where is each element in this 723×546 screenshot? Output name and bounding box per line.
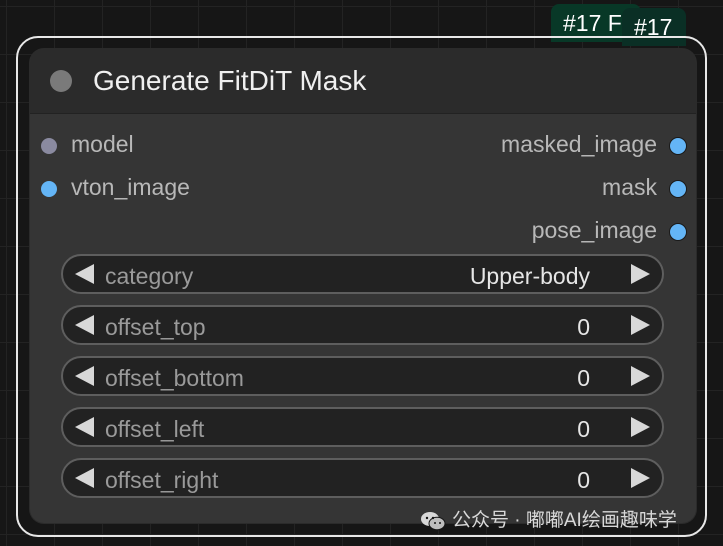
widget-label: offset_left xyxy=(105,416,205,442)
node-title: Generate FitDiT Mask xyxy=(93,65,367,96)
input-connector-dot[interactable] xyxy=(41,137,57,154)
arrow-right-icon[interactable] xyxy=(631,315,650,335)
arrow-right-icon[interactable] xyxy=(631,264,650,284)
output-slot-mask[interactable]: mask xyxy=(602,174,687,201)
arrow-left-icon[interactable] xyxy=(75,315,94,335)
offset-bottom-number-widget[interactable]: offset_bottom 0 xyxy=(61,356,664,396)
output-label: masked_image xyxy=(501,131,657,157)
offset-right-number-widget[interactable]: offset_right 0 xyxy=(61,458,664,498)
input-label: vton_image xyxy=(71,174,190,200)
offset-top-number-widget[interactable]: offset_top 0 xyxy=(61,305,664,345)
output-connector-dot[interactable] xyxy=(669,222,687,241)
widget-value[interactable]: Upper-body xyxy=(470,263,590,290)
input-slot-model[interactable]: model xyxy=(41,131,134,158)
output-label: pose_image xyxy=(531,217,657,243)
widget-label: offset_right xyxy=(105,467,219,493)
arrow-left-icon[interactable] xyxy=(75,468,94,488)
input-label: model xyxy=(71,131,134,157)
widget-label: category xyxy=(105,263,194,289)
watermark: 公众号 · 嘟嘟AI绘画趣味学 xyxy=(420,505,677,532)
arrow-right-icon[interactable] xyxy=(631,417,650,437)
wechat-icon xyxy=(421,511,446,531)
widget-value[interactable]: 0 xyxy=(577,467,590,494)
node-header[interactable]: Generate FitDiT Mask xyxy=(30,49,696,114)
arrow-right-icon[interactable] xyxy=(631,468,650,488)
output-slot-masked-image[interactable]: masked_image xyxy=(501,131,687,158)
input-connector-dot[interactable] xyxy=(41,180,57,197)
input-slot-vton-image[interactable]: vton_image xyxy=(41,174,190,201)
widget-value[interactable]: 0 xyxy=(577,314,590,341)
widget-value[interactable]: 0 xyxy=(577,416,590,443)
output-connector-dot[interactable] xyxy=(669,179,687,198)
arrow-right-icon[interactable] xyxy=(631,366,650,386)
widget-value[interactable]: 0 xyxy=(577,365,590,392)
arrow-left-icon[interactable] xyxy=(75,264,94,284)
watermark-text: 公众号 · 嘟嘟AI绘画趣味学 xyxy=(452,510,677,531)
arrow-left-icon[interactable] xyxy=(75,417,94,437)
offset-left-number-widget[interactable]: offset_left 0 xyxy=(61,407,664,447)
category-combo-widget[interactable]: category Upper-body xyxy=(61,254,664,294)
generate-fitdit-mask-node[interactable]: Generate FitDiT Mask model vton_image ma… xyxy=(30,49,696,523)
widget-label: offset_top xyxy=(105,314,206,340)
widget-label: offset_bottom xyxy=(105,365,244,391)
arrow-left-icon[interactable] xyxy=(75,366,94,386)
collapse-toggle[interactable] xyxy=(50,70,72,92)
output-connector-dot[interactable] xyxy=(669,136,687,155)
output-slot-pose-image[interactable]: pose_image xyxy=(532,217,687,244)
output-label: mask xyxy=(602,174,657,200)
